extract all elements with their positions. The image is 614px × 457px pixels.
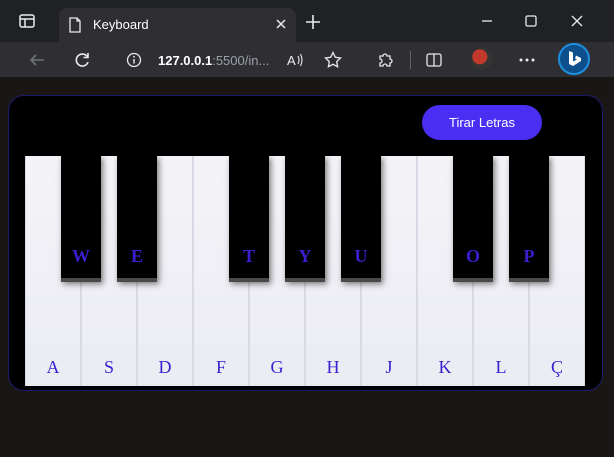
tab-actions-icon[interactable]	[18, 12, 36, 30]
toolbar-divider	[410, 51, 411, 69]
black-key-w[interactable]: W	[61, 156, 101, 282]
key-label: F	[215, 357, 226, 377]
key-label: Ç	[550, 357, 563, 377]
key-label: P	[523, 246, 535, 266]
key-label: U	[354, 246, 368, 266]
close-icon[interactable]	[273, 16, 289, 32]
maximize-icon[interactable]	[522, 12, 540, 30]
split-screen-icon[interactable]	[424, 50, 444, 70]
black-key-e[interactable]: E	[117, 156, 157, 282]
key-label: O	[465, 246, 480, 266]
page-viewport: Tirar Letras A S D F G H J K L Ç W E T Y…	[0, 77, 614, 457]
tab-title: Keyboard	[93, 17, 149, 32]
read-aloud-icon[interactable]: A	[285, 50, 305, 70]
refresh-icon[interactable]	[72, 50, 92, 70]
url-host: 127.0.0.1	[158, 53, 213, 68]
black-key-t[interactable]: T	[229, 156, 269, 282]
black-key-y[interactable]: Y	[285, 156, 325, 282]
favorite-star-icon[interactable]	[323, 50, 343, 70]
key-label: A	[46, 357, 60, 377]
tab-bar: Keyboard	[0, 0, 614, 42]
piano-keys: A S D F G H J K L Ç W E T Y U O P	[25, 156, 585, 386]
window-close-icon[interactable]	[568, 12, 586, 30]
url-text: 127.0.0.1:5500/in...	[158, 53, 269, 68]
key-label: T	[242, 246, 255, 266]
browser-toolbar: 127.0.0.1:5500/in... A	[0, 42, 614, 77]
key-label: Y	[298, 246, 312, 266]
info-icon[interactable]	[126, 52, 142, 68]
black-key-p[interactable]: P	[509, 156, 549, 282]
key-label: S	[103, 357, 114, 377]
toggle-letters-button[interactable]: Tirar Letras	[422, 105, 542, 140]
key-label: D	[158, 357, 172, 377]
key-label: W	[72, 246, 90, 266]
black-key-u[interactable]: U	[341, 156, 381, 282]
url-path: :5500/in...	[212, 53, 270, 68]
key-label: K	[438, 357, 452, 377]
bing-logo-icon	[569, 51, 581, 66]
svg-text:A: A	[287, 53, 296, 68]
back-arrow-icon[interactable]	[27, 50, 47, 70]
piano-container: Tirar Letras A S D F G H J K L Ç W E T Y…	[8, 95, 603, 391]
black-key-o[interactable]: O	[453, 156, 493, 282]
bing-copilot-icon[interactable]	[558, 43, 590, 75]
key-label: L	[495, 357, 507, 377]
more-options-icon[interactable]	[517, 50, 537, 70]
key-label: G	[270, 357, 284, 377]
key-label: J	[385, 357, 393, 377]
minimize-icon[interactable]	[478, 12, 496, 30]
extensions-puzzle-icon[interactable]	[376, 50, 396, 70]
new-tab-icon[interactable]	[304, 13, 322, 31]
key-label: H	[326, 357, 340, 377]
key-label: E	[130, 246, 143, 266]
tab-keyboard[interactable]: Keyboard	[59, 8, 296, 42]
document-icon	[69, 17, 81, 33]
profile-avatar[interactable]	[471, 48, 493, 70]
